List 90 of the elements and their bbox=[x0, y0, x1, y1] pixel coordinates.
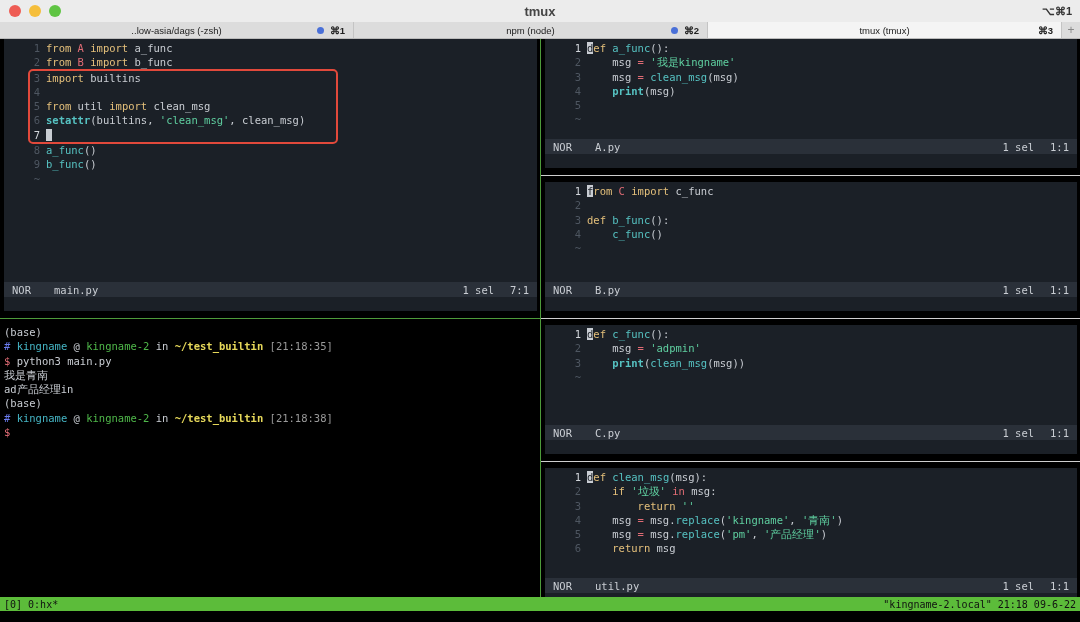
code-line: setattr(builtins, 'clean_msg', clean_msg) bbox=[46, 113, 306, 128]
line-number: ~ bbox=[573, 241, 582, 256]
code-line: from C import c_func bbox=[587, 184, 714, 199]
cursor-position: 1:1 bbox=[1050, 426, 1069, 439]
mode-label: NOR bbox=[553, 140, 573, 153]
line-number: 2 bbox=[32, 55, 41, 70]
line-number: ~ bbox=[32, 171, 41, 186]
line-number: 3 bbox=[573, 212, 582, 227]
line-number: 8 bbox=[32, 143, 41, 158]
cursor-position: 1:1 bbox=[1050, 579, 1069, 592]
code-line: b_func() bbox=[46, 157, 97, 172]
terminal-line: # kingname @ kingname-2 in ~/test_builtin [21:18:35] bbox=[4, 339, 334, 354]
code-line: def a_func(): bbox=[587, 41, 670, 56]
line-number: 1 bbox=[573, 184, 582, 199]
line-number: 4 bbox=[573, 83, 582, 99]
line-number: 1 bbox=[573, 470, 582, 485]
file-name: B.py bbox=[595, 283, 621, 296]
selection-count: 1 sel bbox=[1002, 140, 1035, 153]
selection-count: 1 sel bbox=[462, 283, 495, 296]
terminal-line: 我是青南 bbox=[4, 367, 49, 383]
close-icon[interactable] bbox=[9, 5, 21, 17]
mode-label: NOR bbox=[553, 283, 573, 296]
cursor-position: 1:1 bbox=[1050, 283, 1069, 296]
code-line: print(clean_msg(msg)) bbox=[611, 355, 746, 370]
tab[interactable]: tmux (tmux) ⌘3 bbox=[708, 22, 1062, 38]
code-line: return msg bbox=[611, 541, 676, 556]
code-line: return '' bbox=[636, 498, 695, 513]
code-line: c_func() bbox=[611, 227, 663, 242]
code-line: from util import clean_msg bbox=[46, 99, 211, 114]
host-time-label: "kingname-2.local" 21:18 09-6-22 bbox=[883, 598, 1076, 610]
line-number: 1 bbox=[573, 41, 582, 56]
line-number: 6 bbox=[32, 113, 41, 128]
selection-count: 1 sel bbox=[1002, 283, 1035, 296]
code-line: msg = msg.replace('kingname', '青南') bbox=[611, 512, 843, 528]
code-line: if '垃圾' in msg: bbox=[611, 484, 717, 499]
file-name: C.py bbox=[595, 426, 621, 439]
line-number: 9 bbox=[32, 157, 41, 172]
code-line: def b_func(): bbox=[587, 212, 670, 227]
terminal-line: # kingname @ kingname-2 in ~/test_builtin [21:18:38] bbox=[4, 410, 334, 426]
line-number: 5 bbox=[573, 98, 582, 113]
line-number: 4 bbox=[32, 84, 41, 100]
line-number: 2 bbox=[573, 484, 582, 499]
mode-label: NOR bbox=[12, 283, 32, 296]
code-line: from A import a_func bbox=[46, 41, 173, 56]
terminal-line: (base) bbox=[4, 325, 43, 340]
code-line: msg = '我是kingname' bbox=[611, 55, 736, 70]
line-number: 2 bbox=[573, 55, 582, 70]
file-name: main.py bbox=[54, 283, 99, 296]
file-name: util.py bbox=[595, 579, 640, 592]
line-number: 3 bbox=[573, 498, 582, 513]
mode-label: NOR bbox=[553, 426, 573, 439]
line-number: 2 bbox=[573, 341, 582, 356]
line-number: 5 bbox=[32, 99, 41, 114]
file-name: A.py bbox=[595, 140, 621, 153]
terminal-line: ad产品经理in bbox=[4, 382, 75, 397]
code-line: import builtins bbox=[46, 70, 141, 85]
code-line: from B import b_func bbox=[46, 55, 173, 70]
line-number: 2 bbox=[573, 198, 582, 213]
line-number: 4 bbox=[573, 512, 582, 528]
line-number: 4 bbox=[573, 226, 582, 242]
code-line: a_func() bbox=[46, 143, 97, 158]
line-number: 3 bbox=[573, 355, 582, 370]
terminal-line: (base) bbox=[4, 396, 43, 411]
terminal-line: $ python3 main.py bbox=[4, 353, 113, 368]
line-number: 7 bbox=[32, 127, 41, 143]
shortcut-label: ⌥⌘1 bbox=[1041, 4, 1072, 18]
code-line: def clean_msg(msg): bbox=[587, 470, 708, 485]
code-line: msg = 'adpmin' bbox=[611, 341, 701, 356]
minimize-icon[interactable] bbox=[29, 5, 41, 17]
line-number: 1 bbox=[573, 327, 582, 342]
code-line: def c_func(): bbox=[587, 327, 670, 342]
line-number: 6 bbox=[573, 541, 582, 556]
code-line: msg = clean_msg(msg) bbox=[611, 69, 739, 84]
line-number: 3 bbox=[32, 70, 41, 85]
line-number: ~ bbox=[573, 112, 582, 127]
line-number: ~ bbox=[573, 369, 582, 385]
selection-count: 1 sel bbox=[1002, 426, 1035, 439]
line-number: 3 bbox=[573, 69, 582, 84]
session-label: [0] 0:hx* bbox=[4, 598, 59, 610]
terminal-line: $ bbox=[4, 425, 12, 440]
code-line: msg = msg.replace('pm', '产品经理') bbox=[611, 527, 828, 542]
mode-label: NOR bbox=[553, 579, 573, 592]
code-line: print(msg) bbox=[611, 84, 676, 99]
cursor-position: 1:1 bbox=[1050, 140, 1069, 153]
window-title: tmux bbox=[524, 3, 556, 19]
selection-count: 1 sel bbox=[1002, 579, 1035, 592]
maximize-icon[interactable] bbox=[49, 5, 61, 17]
line-number: 5 bbox=[573, 527, 582, 542]
cursor-position: 7:1 bbox=[510, 283, 529, 296]
line-number: 1 bbox=[32, 41, 41, 56]
